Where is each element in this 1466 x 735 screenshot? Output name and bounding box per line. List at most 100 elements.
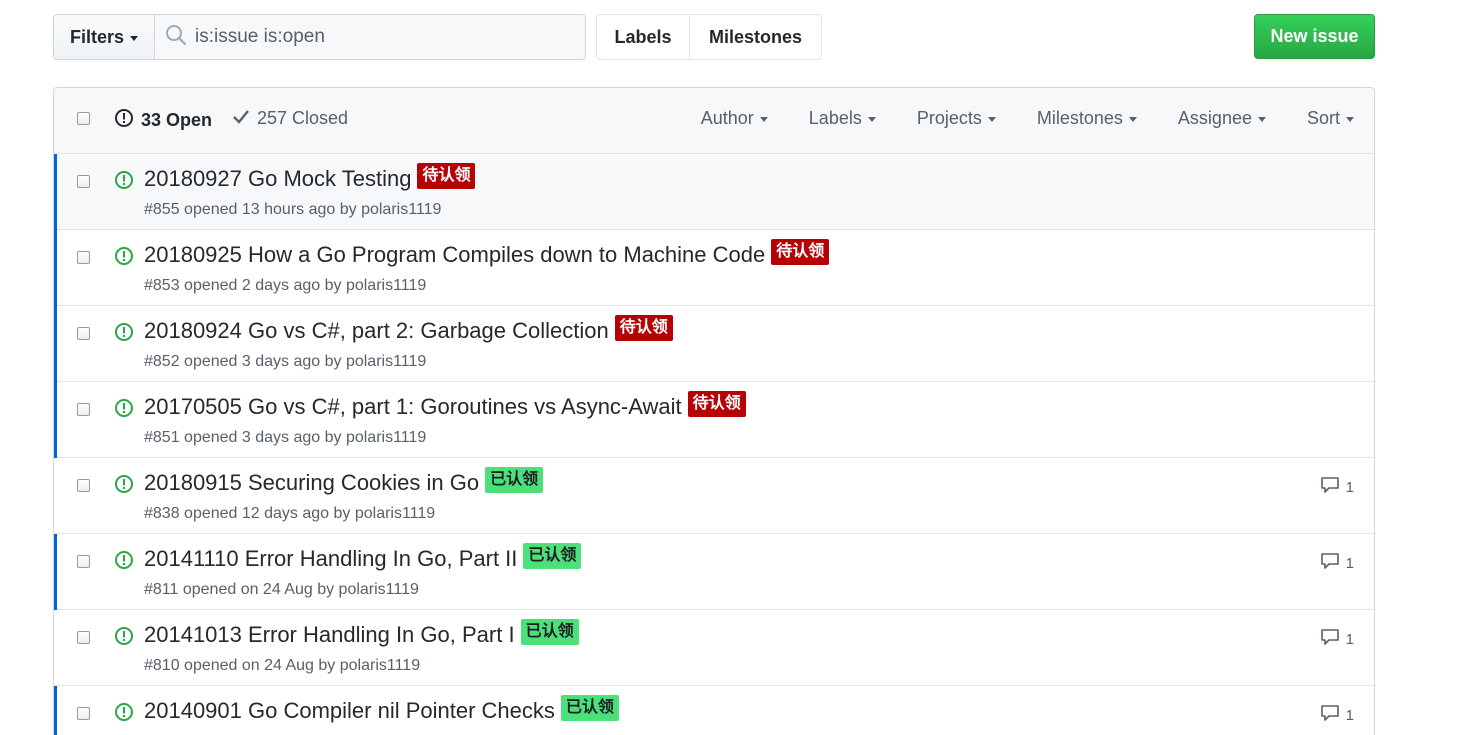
- chevron-down-icon: [1128, 117, 1137, 122]
- search-input[interactable]: [195, 26, 575, 48]
- issue-checkbox[interactable]: [77, 631, 90, 644]
- issue-title-link[interactable]: 20180915 Securing Cookies in Go: [144, 470, 479, 496]
- comment-count: 1: [1345, 706, 1354, 724]
- comments-link[interactable]: 1: [1320, 628, 1354, 650]
- issue-meta: #855 opened 13 hours ago by polaris1119: [144, 201, 442, 218]
- new-issue-button[interactable]: New issue: [1254, 14, 1375, 59]
- open-count: 33 Open: [141, 110, 213, 130]
- issue-row: 20180927 Go Mock Testing 待认领 #855 opened…: [54, 154, 1374, 230]
- issue-title-line: 20180924 Go vs C#, part 2: Garbage Colle…: [144, 315, 673, 344]
- issue-open-icon: [114, 398, 134, 423]
- assignee-filter[interactable]: Assignee: [1178, 108, 1266, 129]
- issue-title-line: 20180927 Go Mock Testing 待认领: [144, 163, 476, 192]
- issue-row: 20170505 Go vs C#, part 1: Goroutines vs…: [54, 382, 1374, 458]
- issue-open-icon: [114, 322, 134, 347]
- issue-title-link[interactable]: 20140901 Go Compiler nil Pointer Checks: [144, 698, 555, 724]
- comment-icon: [1320, 552, 1340, 574]
- assignee-filter-label: Assignee: [1177, 108, 1252, 128]
- search-box[interactable]: [155, 14, 586, 60]
- open-issues-tab[interactable]: 33 Open: [114, 108, 212, 133]
- issue-checkbox[interactable]: [77, 403, 90, 416]
- issue-meta: #838 opened 12 days ago by polaris1119: [144, 505, 436, 522]
- issue-open-icon: [114, 550, 134, 575]
- issue-label[interactable]: 已认领: [560, 695, 619, 721]
- issue-title-link[interactable]: 20180925 How a Go Program Compiles down …: [144, 242, 765, 268]
- check-icon: [232, 108, 250, 129]
- comment-icon: [1320, 704, 1340, 726]
- issue-open-icon: [114, 246, 134, 271]
- filters-label: Filters: [69, 26, 125, 47]
- issue-row: 20180924 Go vs C#, part 2: Garbage Colle…: [54, 306, 1374, 382]
- labels-button[interactable]: Labels: [597, 15, 690, 59]
- issue-title-line: 20140901 Go Compiler nil Pointer Checks …: [144, 695, 619, 724]
- author-filter[interactable]: Author: [701, 108, 768, 129]
- milestones-filter-label: Milestones: [1036, 108, 1123, 128]
- projects-filter-label: Projects: [916, 108, 982, 128]
- issue-open-icon: [114, 702, 134, 727]
- labels-milestones-nav: Labels Milestones: [596, 14, 822, 60]
- comment-icon: [1320, 628, 1340, 650]
- issue-meta: #852 opened 3 days ago by polaris1119: [144, 353, 427, 370]
- issue-title-line: 20180915 Securing Cookies in Go 已认领: [144, 467, 544, 496]
- comments-link[interactable]: 1: [1320, 704, 1354, 726]
- closed-count: 257 Closed: [257, 108, 349, 128]
- closed-issues-tab[interactable]: 257 Closed: [232, 108, 348, 129]
- issue-checkbox[interactable]: [77, 251, 90, 264]
- issues-list-header: 33 Open 257 Closed Author Labels Project…: [54, 88, 1374, 154]
- issue-open-icon: [114, 626, 134, 651]
- chevron-down-icon: [759, 117, 768, 122]
- search-icon: [165, 24, 187, 51]
- issue-title-line: 20141013 Error Handling In Go, Part I 已认…: [144, 619, 579, 648]
- issue-title-line: 20180925 How a Go Program Compiles down …: [144, 239, 830, 268]
- issue-open-icon: [114, 170, 134, 195]
- comment-count: 1: [1345, 630, 1354, 648]
- issue-meta: #810 opened on 24 Aug by polaris1119: [144, 657, 421, 674]
- issue-meta: #853 opened 2 days ago by polaris1119: [144, 277, 427, 294]
- issue-title-line: 20141110 Error Handling In Go, Part II 已…: [144, 543, 582, 572]
- milestones-filter[interactable]: Milestones: [1037, 108, 1137, 129]
- issue-checkbox[interactable]: [77, 707, 90, 720]
- issue-open-icon: [114, 474, 134, 499]
- header-filters: Author Labels Projects Milestones Assign…: [701, 108, 1354, 129]
- author-filter-label: Author: [700, 108, 754, 128]
- issue-label[interactable]: 已认领: [520, 619, 579, 645]
- issue-label[interactable]: 待认领: [614, 315, 673, 341]
- issue-row: 20180925 How a Go Program Compiles down …: [54, 230, 1374, 306]
- issue-checkbox[interactable]: [77, 327, 90, 340]
- issue-title-line: 20170505 Go vs C#, part 1: Goroutines vs…: [144, 391, 746, 420]
- chevron-down-icon: [987, 117, 996, 122]
- issue-row: 20141013 Error Handling In Go, Part I 已认…: [54, 610, 1374, 686]
- issue-label[interactable]: 已认领: [485, 467, 544, 493]
- issue-meta: #811 opened on 24 Aug by polaris1119: [144, 581, 419, 598]
- issue-checkbox[interactable]: [77, 175, 90, 188]
- issue-title-link[interactable]: 20170505 Go vs C#, part 1: Goroutines vs…: [144, 394, 682, 420]
- chevron-down-icon: [1346, 117, 1354, 122]
- comments-link[interactable]: 1: [1320, 476, 1354, 498]
- issue-label[interactable]: 待认领: [687, 391, 746, 417]
- labels-filter[interactable]: Labels: [809, 108, 876, 129]
- filters-dropdown-button[interactable]: Filters: [53, 14, 155, 60]
- issue-label[interactable]: 待认领: [417, 163, 476, 189]
- sort-filter[interactable]: Sort: [1307, 108, 1354, 129]
- projects-filter[interactable]: Projects: [917, 108, 996, 129]
- issue-label[interactable]: 待认领: [771, 239, 830, 265]
- issue-label[interactable]: 已认领: [523, 543, 582, 569]
- comments-link[interactable]: 1: [1320, 552, 1354, 574]
- filters-search-group: Filters: [53, 14, 586, 60]
- issue-open-icon: [114, 108, 134, 133]
- issue-title-link[interactable]: 20180924 Go vs C#, part 2: Garbage Colle…: [144, 318, 609, 344]
- issue-row: 20180915 Securing Cookies in Go 已认领 #838…: [54, 458, 1374, 534]
- issue-checkbox[interactable]: [77, 479, 90, 492]
- issue-title-link[interactable]: 20141110 Error Handling In Go, Part II: [144, 546, 517, 572]
- chevron-down-icon: [130, 35, 139, 41]
- issue-title-link[interactable]: 20141013 Error Handling In Go, Part I: [144, 622, 515, 648]
- issues-list: 33 Open 257 Closed Author Labels Project…: [53, 87, 1375, 735]
- select-all-checkbox[interactable]: [77, 112, 90, 125]
- comment-count: 1: [1345, 478, 1354, 496]
- labels-filter-label: Labels: [808, 108, 862, 128]
- issue-checkbox[interactable]: [77, 555, 90, 568]
- issue-title-link[interactable]: 20180927 Go Mock Testing: [144, 166, 411, 192]
- comment-count: 1: [1345, 554, 1354, 572]
- milestones-button[interactable]: Milestones: [690, 15, 821, 59]
- chevron-down-icon: [867, 117, 876, 122]
